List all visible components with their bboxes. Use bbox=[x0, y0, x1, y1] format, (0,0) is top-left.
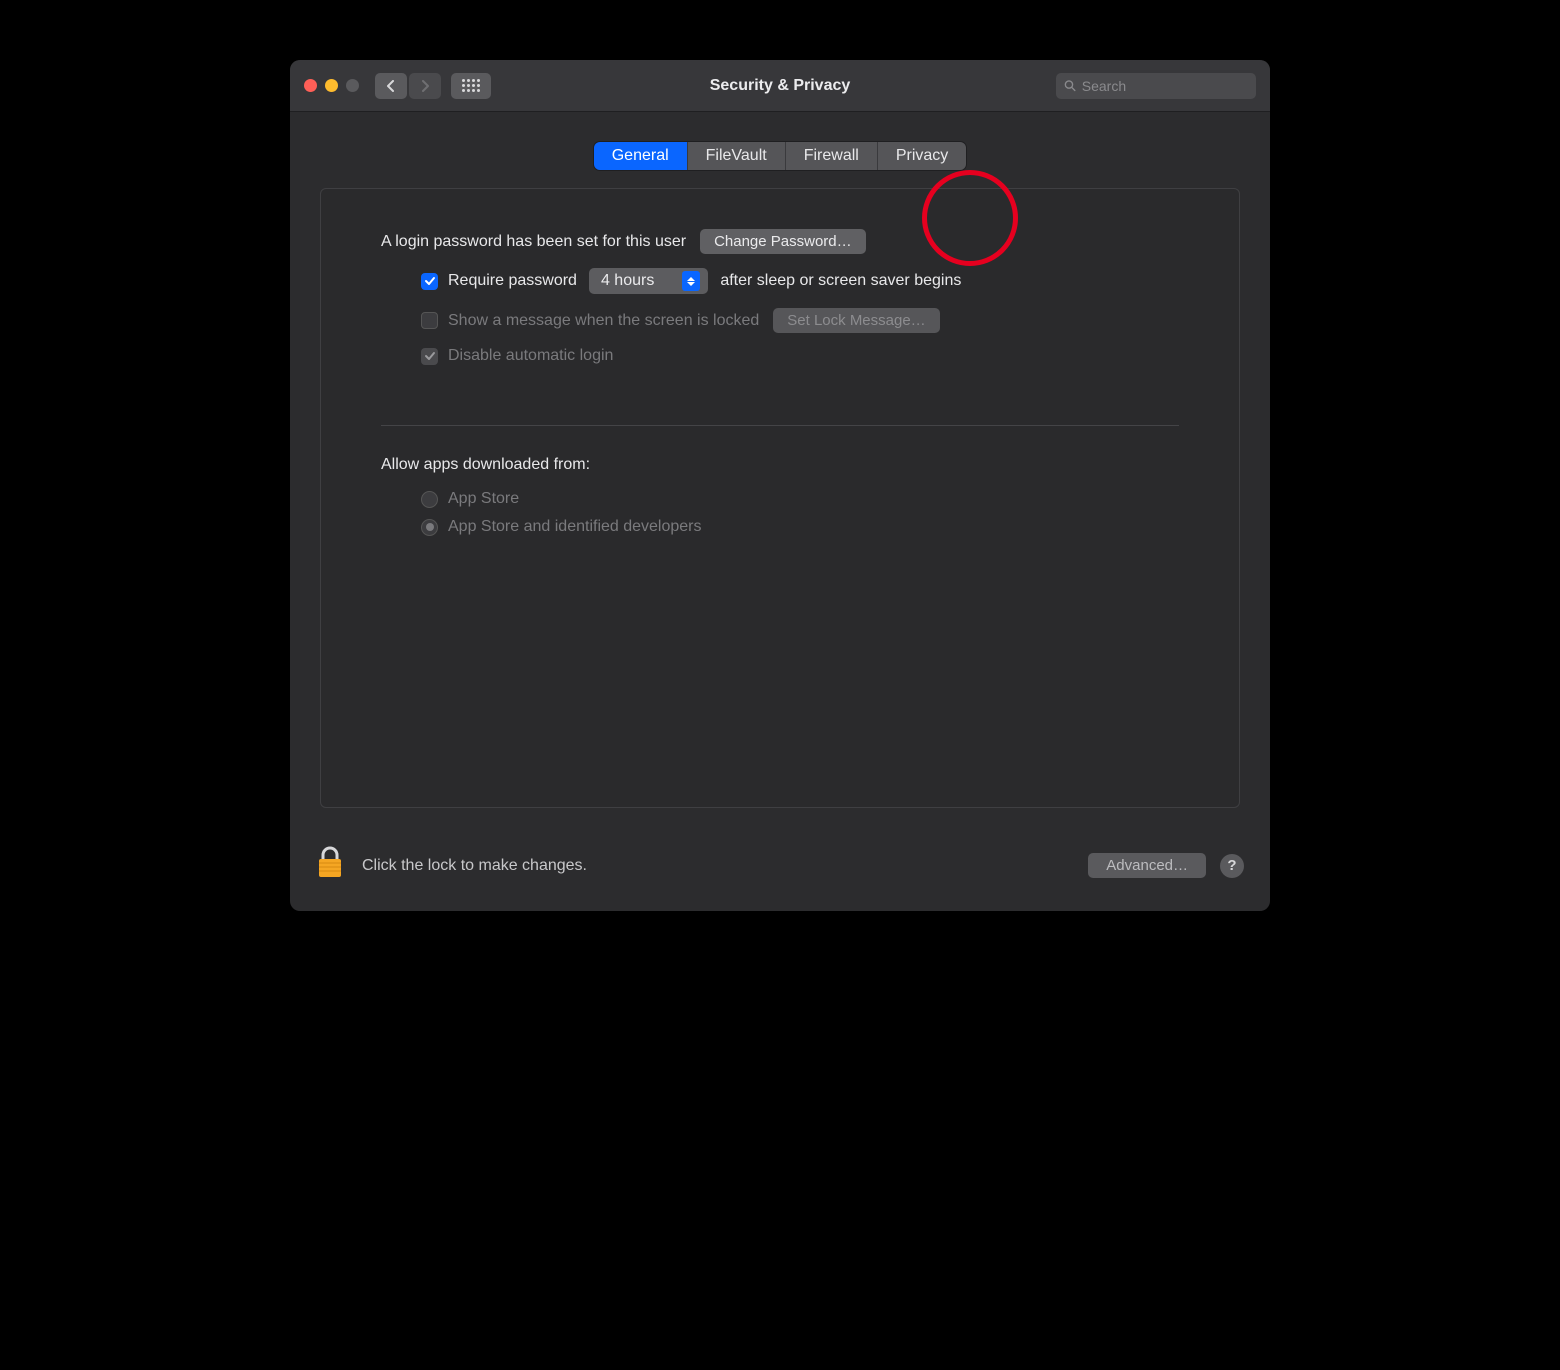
allow-app-store-radio bbox=[421, 491, 438, 508]
titlebar: Security & Privacy bbox=[290, 60, 1270, 112]
select-arrows-icon bbox=[682, 271, 700, 291]
disable-auto-login-label: Disable automatic login bbox=[448, 347, 613, 365]
search-input[interactable] bbox=[1082, 78, 1248, 94]
lock-icon[interactable] bbox=[316, 846, 344, 885]
set-lock-message-button: Set Lock Message… bbox=[773, 308, 939, 333]
allow-app-store-label: App Store bbox=[448, 490, 519, 508]
window-title: Security & Privacy bbox=[710, 77, 851, 95]
allow-identified-label: App Store and identified developers bbox=[448, 518, 702, 536]
require-password-delay-select[interactable]: 4 hours bbox=[589, 268, 708, 294]
general-panel: A login password has been set for this u… bbox=[320, 188, 1240, 808]
search-field[interactable] bbox=[1056, 73, 1256, 99]
check-icon bbox=[424, 275, 436, 287]
close-window-button[interactable] bbox=[304, 79, 317, 92]
show-all-button[interactable] bbox=[451, 73, 491, 99]
allow-app-store-row: App Store bbox=[421, 490, 1179, 508]
allow-identified-row: App Store and identified developers bbox=[421, 518, 1179, 536]
forward-button bbox=[409, 73, 441, 99]
require-password-delay-value: 4 hours bbox=[601, 272, 654, 290]
divider bbox=[381, 425, 1179, 426]
lock-text: Click the lock to make changes. bbox=[362, 857, 587, 875]
login-password-row: A login password has been set for this u… bbox=[381, 229, 1179, 254]
change-password-button[interactable]: Change Password… bbox=[700, 229, 866, 254]
allow-apps-title: Allow apps downloaded from: bbox=[381, 456, 1179, 474]
tab-general[interactable]: General bbox=[594, 142, 688, 170]
footer: Click the lock to make changes. Advanced… bbox=[290, 832, 1270, 911]
require-password-suffix: after sleep or screen saver begins bbox=[720, 272, 961, 290]
disable-auto-login-row: Disable automatic login bbox=[381, 347, 1179, 365]
login-password-text: A login password has been set for this u… bbox=[381, 233, 686, 251]
allow-identified-radio bbox=[421, 519, 438, 536]
zoom-window-button bbox=[346, 79, 359, 92]
minimize-window-button[interactable] bbox=[325, 79, 338, 92]
require-password-row: Require password 4 hours after sleep or … bbox=[381, 268, 1179, 294]
window-body: General FileVault Firewall Privacy A log… bbox=[290, 112, 1270, 832]
show-message-label: Show a message when the screen is locked bbox=[448, 312, 759, 330]
disable-auto-login-checkbox bbox=[421, 348, 438, 365]
tab-bar: General FileVault Firewall Privacy bbox=[320, 142, 1240, 170]
back-button[interactable] bbox=[375, 73, 407, 99]
tab-privacy[interactable]: Privacy bbox=[878, 142, 966, 170]
traffic-lights bbox=[304, 79, 359, 92]
preferences-window: Security & Privacy General FileVault Fir… bbox=[290, 60, 1270, 911]
search-icon bbox=[1064, 79, 1076, 92]
grid-icon bbox=[462, 79, 480, 92]
advanced-button[interactable]: Advanced… bbox=[1088, 853, 1206, 878]
tab-firewall[interactable]: Firewall bbox=[786, 142, 878, 170]
nav-buttons bbox=[375, 73, 441, 99]
require-password-label: Require password bbox=[448, 272, 577, 290]
show-message-row: Show a message when the screen is locked… bbox=[381, 308, 1179, 333]
tab-filevault[interactable]: FileVault bbox=[688, 142, 786, 170]
show-message-checkbox bbox=[421, 312, 438, 329]
check-icon bbox=[424, 350, 436, 362]
require-password-checkbox[interactable] bbox=[421, 273, 438, 290]
help-button[interactable]: ? bbox=[1220, 854, 1244, 878]
